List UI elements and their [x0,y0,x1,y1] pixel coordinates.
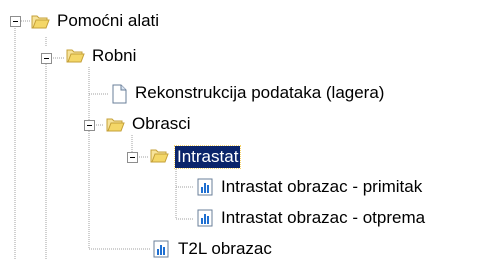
folder-open-icon [31,15,50,29]
folder-open-icon [106,118,125,132]
collapse-toggle[interactable] [84,120,95,131]
tree-node-robni[interactable]: Robni [92,45,136,67]
collapse-toggle[interactable] [10,16,21,27]
tree-node-obrasci[interactable]: Obrasci [132,113,191,135]
tree-node-t2l-obrazac[interactable]: T2L obrazac [178,238,272,260]
tree-node-rekonstrukcija[interactable]: Rekonstrukcija podataka (lagera) [135,82,384,104]
tree-node-intrastat-otprema[interactable]: Intrastat obrazac - otprema [221,207,425,229]
report-icon [197,209,213,227]
folder-open-icon [66,49,85,63]
folder-open-icon [150,149,169,163]
tree-node-intrastat[interactable]: Intrastat [173,145,242,169]
report-icon [197,178,213,196]
tree-view[interactable]: Pomoćni alati Robni Rekonstrukcija podat… [0,0,488,260]
report-icon [153,240,169,258]
collapse-toggle[interactable] [127,152,138,163]
tree-node-intrastat-primitak[interactable]: Intrastat obrazac - primitak [221,176,422,198]
tree-node-pomocni-alati[interactable]: Pomoćni alati [57,10,159,32]
document-icon [112,84,127,104]
collapse-toggle[interactable] [41,53,52,64]
